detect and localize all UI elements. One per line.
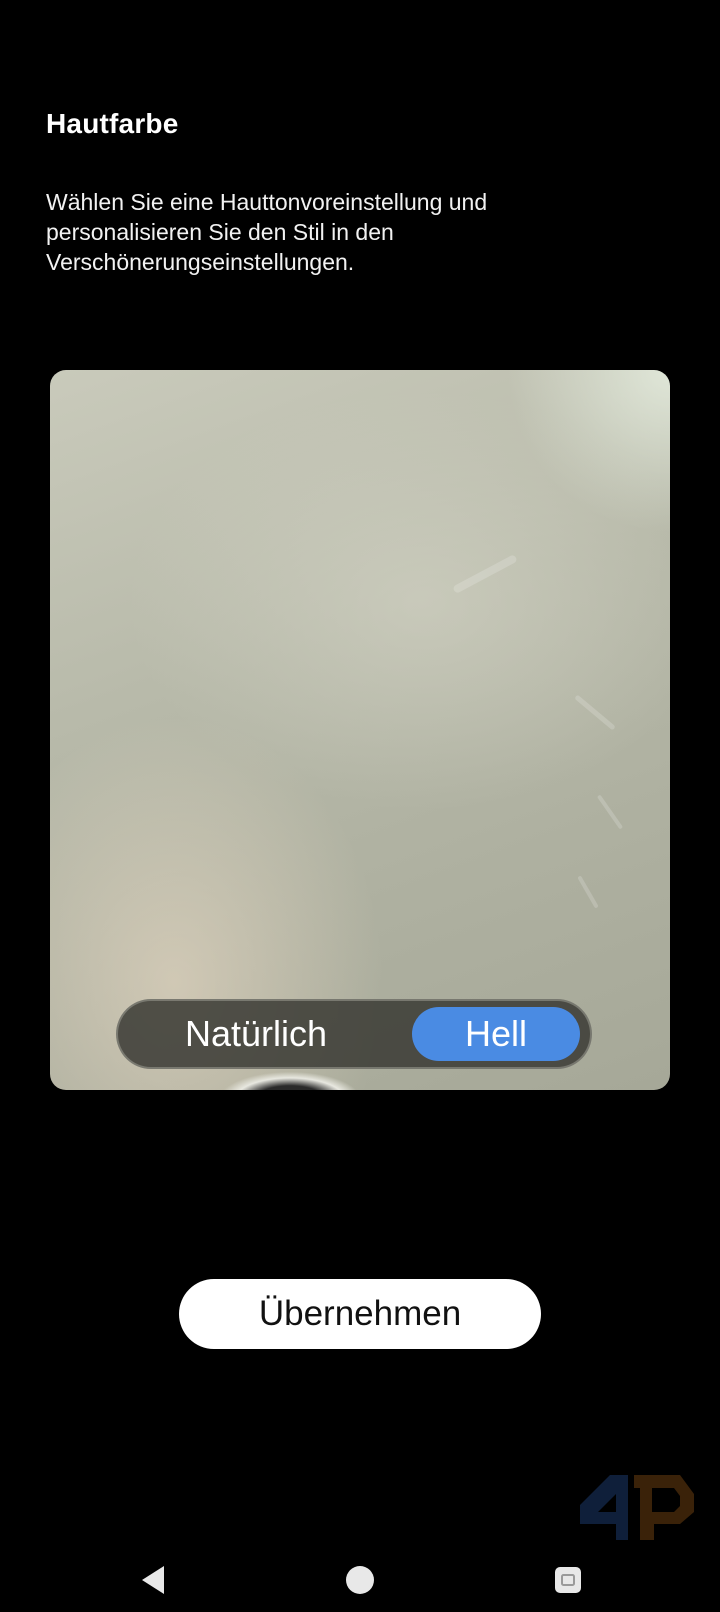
preview-light-streak bbox=[577, 875, 599, 909]
apply-button[interactable]: Übernehmen bbox=[179, 1279, 541, 1349]
camera-preview: Natürlich Hell bbox=[50, 370, 670, 1090]
preview-light-streak bbox=[596, 794, 624, 830]
system-navigation-bar bbox=[0, 1540, 720, 1612]
preview-light-streak bbox=[574, 694, 616, 731]
skin-tone-toggle[interactable]: Natürlich Hell bbox=[116, 999, 592, 1069]
tone-option-natural[interactable]: Natürlich bbox=[128, 1007, 384, 1061]
preview-subject-hair bbox=[210, 1068, 370, 1090]
page-title: Hautfarbe bbox=[46, 108, 179, 139]
preview-light-streak bbox=[452, 554, 518, 594]
back-icon[interactable] bbox=[134, 1560, 174, 1600]
home-icon[interactable] bbox=[340, 1560, 380, 1600]
watermark-logo-icon bbox=[580, 1475, 694, 1540]
page-description: Wählen Sie eine Hauttonvoreinstellung un… bbox=[46, 189, 488, 275]
tone-option-light[interactable]: Hell bbox=[412, 1007, 580, 1061]
recents-icon[interactable] bbox=[548, 1560, 588, 1600]
